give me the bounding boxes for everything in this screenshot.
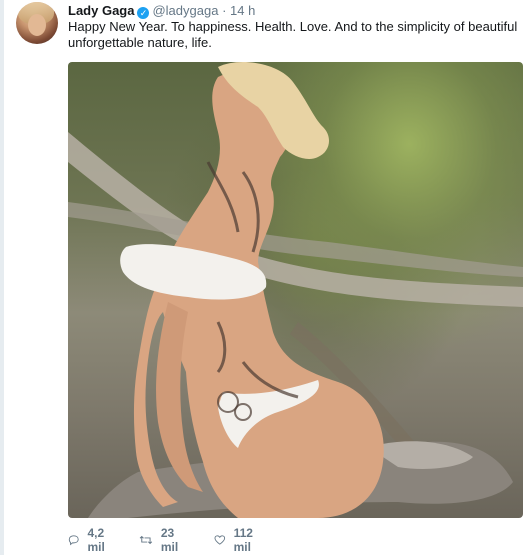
retweet-icon — [139, 535, 153, 545]
reply-icon — [68, 535, 79, 546]
reply-button[interactable]: 4,2 mil — [68, 526, 111, 554]
tweet-photo[interactable] — [68, 62, 523, 518]
tweet-text: Happy New Year. To happiness. Health. Lo… — [68, 19, 518, 50]
timestamp[interactable]: 14 h — [230, 3, 255, 18]
user-handle[interactable]: @ladygaga — [152, 3, 218, 18]
tweet[interactable]: Lady Gaga ✓ @ladygaga · 14 h Happy New Yea… — [0, 0, 527, 555]
like-button[interactable]: 112 mil — [214, 526, 259, 554]
like-count: 112 mil — [233, 526, 253, 554]
tweet-header: Lady Gaga ✓ @ladygaga · 14 h — [68, 3, 255, 19]
display-name[interactable]: Lady Gaga — [68, 3, 134, 18]
separator-dot: · — [222, 3, 227, 18]
heart-icon — [214, 535, 226, 545]
verified-badge-icon: ✓ — [137, 7, 150, 19]
reply-count: 4,2 mil — [87, 526, 105, 554]
photo-illustration — [68, 62, 523, 518]
avatar-face — [28, 14, 46, 36]
retweet-button[interactable]: 23 mil — [139, 526, 184, 554]
retweet-count: 23 mil — [160, 526, 179, 554]
avatar[interactable] — [16, 2, 58, 44]
timeline-divider — [0, 0, 4, 555]
